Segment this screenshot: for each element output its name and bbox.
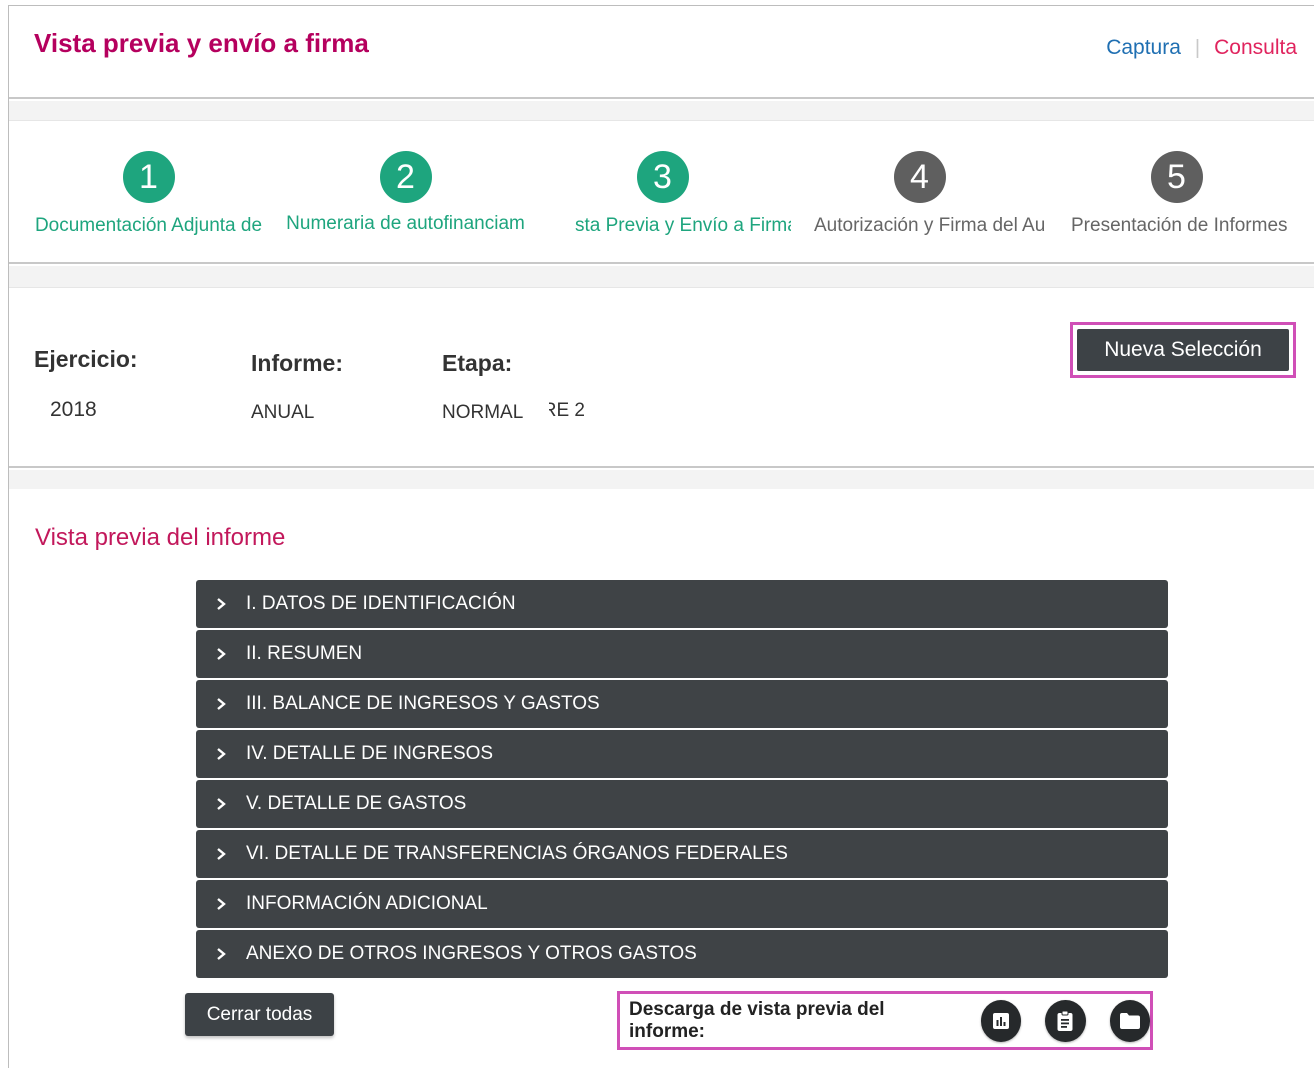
step-1[interactable]: 1 Documentación Adjunta de bbox=[20, 151, 277, 251]
app-frame: Vista previa y envío a firma Captura | C… bbox=[8, 5, 1314, 1068]
step-number: 1 bbox=[122, 151, 175, 203]
accordion-label: INFORMACIÓN ADICIONAL bbox=[246, 893, 488, 914]
download-preview-highlight: Descarga de vista previa del informe: bbox=[617, 991, 1153, 1050]
accordion-item-datos-identificacion[interactable]: I. DATOS DE IDENTIFICACIÓN bbox=[196, 580, 1168, 628]
chart-icon[interactable] bbox=[980, 999, 1022, 1042]
selection-info: Ejercicio: 2018 Informe: ANUAL Etapa: NO… bbox=[9, 287, 1314, 468]
etapa-value: NORMAL bbox=[442, 402, 524, 423]
nav-separator: | bbox=[1194, 36, 1201, 59]
page-title: Vista previa y envío a firma bbox=[34, 28, 369, 58]
chevron-right-icon bbox=[196, 593, 246, 616]
step-3[interactable]: 3 sta Previa y Envío a Firma bbox=[534, 151, 791, 251]
chevron-right-icon bbox=[196, 843, 246, 866]
accordion-item-detalle-ingresos[interactable]: IV. DETALLE DE INGRESOS bbox=[196, 730, 1168, 778]
preview-accordion: I. DATOS DE IDENTIFICACIÓN II. RESUMEN I… bbox=[196, 580, 1168, 980]
step-2[interactable]: 2 Numeraria de autofinanciam bbox=[277, 151, 534, 251]
step-label: Autorización y Firma del Au bbox=[814, 215, 1046, 236]
informe-label: Informe: bbox=[251, 350, 343, 376]
accordion-item-balance[interactable]: III. BALANCE DE INGRESOS Y GASTOS bbox=[196, 680, 1168, 728]
accordion-label: V. DETALLE DE GASTOS bbox=[246, 793, 467, 814]
ejercicio-value: 2018 bbox=[50, 398, 97, 421]
step-number: 2 bbox=[379, 151, 432, 203]
accordion-label: IV. DETALLE DE INGRESOS bbox=[246, 743, 494, 764]
step-5[interactable]: 5 Presentación de Informes bbox=[1048, 151, 1305, 251]
nueva-seleccion-button[interactable]: Nueva Selección bbox=[1077, 329, 1289, 371]
accordion-label: I. DATOS DE IDENTIFICACIÓN bbox=[246, 593, 516, 614]
step-label: Documentación Adjunta de bbox=[34, 215, 263, 236]
chevron-right-icon bbox=[196, 743, 246, 766]
etapa-extra-value: RE 2 bbox=[549, 400, 585, 421]
step-4[interactable]: 4 Autorización y Firma del Au bbox=[791, 151, 1048, 251]
step-number: 5 bbox=[1150, 151, 1203, 203]
etapa-label: Etapa: bbox=[442, 350, 513, 376]
captura-link[interactable]: Captura bbox=[1106, 36, 1181, 60]
chevron-right-icon bbox=[196, 793, 246, 816]
top-nav-links: Captura | Consulta bbox=[1106, 36, 1297, 60]
accordion-label: III. BALANCE DE INGRESOS Y GASTOS bbox=[246, 693, 600, 714]
cerrar-todas-button[interactable]: Cerrar todas bbox=[185, 993, 334, 1036]
progress-stepper: 1 Documentación Adjunta de 2 Numeraria d… bbox=[9, 120, 1314, 264]
step-number: 4 bbox=[893, 151, 946, 203]
page-header: Vista previa y envío a firma Captura | C… bbox=[9, 6, 1314, 99]
accordion-item-detalle-gastos[interactable]: V. DETALLE DE GASTOS bbox=[196, 780, 1168, 828]
ejercicio-label: Ejercicio: bbox=[34, 346, 138, 372]
preview-title: Vista previa del informe bbox=[35, 524, 286, 551]
folder-icon[interactable] bbox=[1109, 999, 1150, 1042]
divider-band bbox=[9, 101, 1314, 120]
accordion-label: VI. DETALLE DE TRANSFERENCIAS ÓRGANOS FE… bbox=[246, 843, 788, 864]
consulta-link[interactable]: Consulta bbox=[1214, 36, 1297, 60]
divider-band bbox=[9, 266, 1314, 287]
download-label: Descarga de vista previa del informe: bbox=[629, 998, 885, 1042]
accordion-item-resumen[interactable]: II. RESUMEN bbox=[196, 630, 1168, 678]
clipboard-icon[interactable] bbox=[1045, 999, 1086, 1042]
nueva-seleccion-highlight: Nueva Selección bbox=[1070, 322, 1296, 378]
divider-band bbox=[9, 470, 1314, 489]
informe-value: ANUAL bbox=[251, 402, 315, 423]
accordion-item-informacion-adicional[interactable]: INFORMACIÓN ADICIONAL bbox=[196, 880, 1168, 928]
step-label: Numeraria de autofinanciam bbox=[286, 213, 525, 234]
chevron-right-icon bbox=[196, 693, 246, 716]
chevron-right-icon bbox=[196, 943, 246, 966]
accordion-item-transferencias[interactable]: VI. DETALLE DE TRANSFERENCIAS ÓRGANOS FE… bbox=[196, 830, 1168, 878]
step-number: 3 bbox=[636, 151, 689, 203]
chevron-right-icon bbox=[196, 893, 246, 916]
accordion-label: ANEXO DE OTROS INGRESOS Y OTROS GASTOS bbox=[246, 943, 697, 964]
chevron-right-icon bbox=[196, 643, 246, 666]
step-label: sta Previa y Envío a Firma bbox=[575, 215, 791, 236]
accordion-item-anexo[interactable]: ANEXO DE OTROS INGRESOS Y OTROS GASTOS bbox=[196, 930, 1168, 978]
step-label: Presentación de Informes bbox=[1071, 215, 1288, 236]
accordion-label: II. RESUMEN bbox=[246, 643, 363, 664]
